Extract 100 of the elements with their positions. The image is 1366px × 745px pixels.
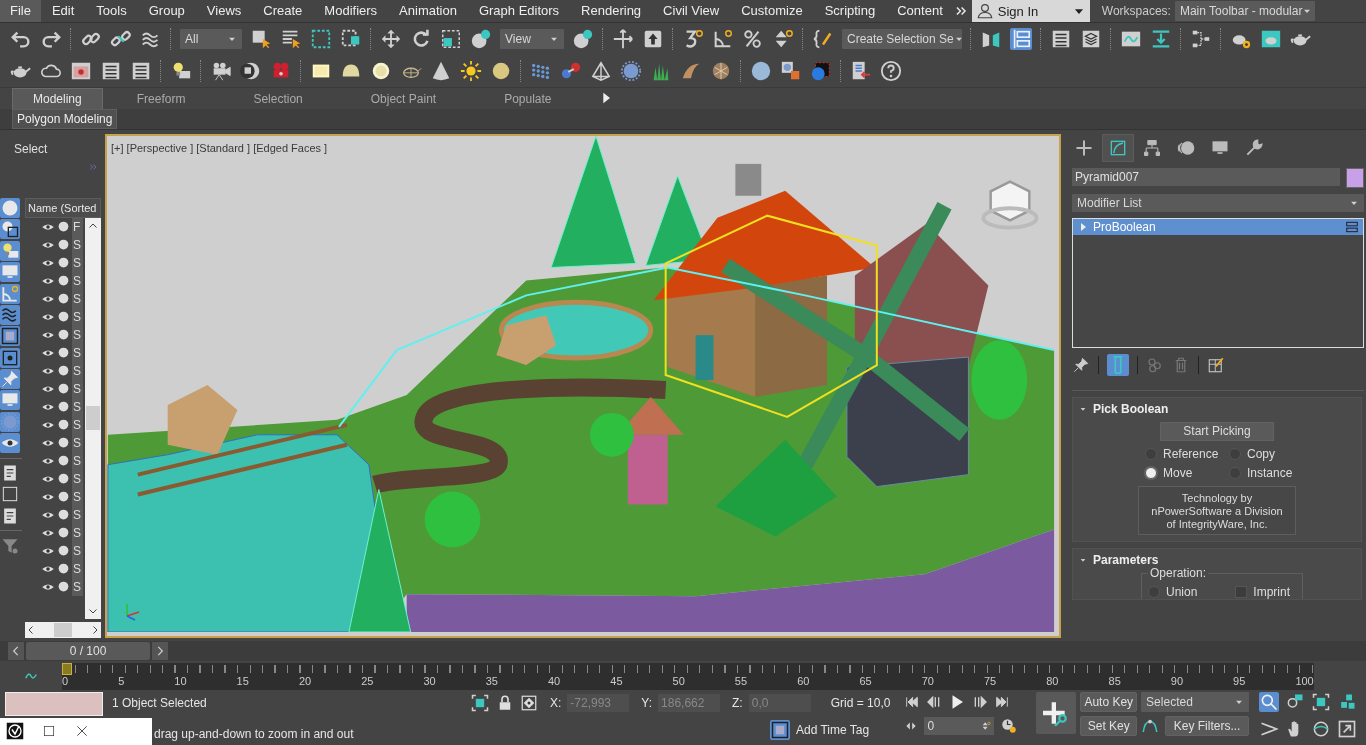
go-to-start-icon[interactable] [904, 694, 921, 710]
bulb-icon[interactable] [0, 240, 20, 261]
pyramid-frame-icon[interactable] [590, 60, 612, 83]
circle-icon[interactable] [57, 400, 70, 414]
object-name[interactable]: S [72, 433, 83, 452]
object-name[interactable]: S [72, 451, 83, 470]
gear-sphere-icon[interactable] [620, 60, 642, 83]
selection-filter-dropdown[interactable]: All [180, 29, 242, 50]
ribbon-tab[interactable]: Object Paint [336, 87, 471, 109]
object-name[interactable]: S [72, 361, 83, 380]
zoom-icon[interactable] [1259, 692, 1280, 712]
hierarchy-icon[interactable] [1142, 137, 1162, 158]
rollout-title[interactable]: Pick Boolean [1093, 401, 1169, 416]
workspace-dropdown[interactable]: Main Toolbar - modular [1174, 1, 1315, 21]
circle-icon[interactable] [57, 346, 70, 360]
minimized-window[interactable] [0, 718, 152, 745]
object-name[interactable]: S [72, 577, 83, 596]
circle-icon[interactable] [57, 490, 70, 504]
maximize-icon[interactable] [1337, 719, 1358, 740]
object-name[interactable]: S [72, 289, 83, 308]
object-name[interactable]: S [72, 505, 83, 524]
help-icon[interactable] [880, 60, 902, 83]
key-mode-dropdown[interactable]: Selected [1141, 692, 1250, 712]
script-listener-field[interactable] [5, 692, 103, 716]
object-name[interactable]: S [72, 343, 83, 362]
frame-marker[interactable] [62, 662, 72, 675]
menu-item[interactable]: Animation [388, 0, 468, 22]
object-name[interactable]: S [72, 487, 83, 506]
named-selection-dropdown[interactable]: Create Selection Se [842, 29, 962, 50]
sign-in-button[interactable]: Sign In [971, 0, 1090, 22]
object-name[interactable]: S [72, 325, 83, 344]
object-name[interactable]: S [72, 469, 83, 488]
menu-item[interactable]: Customize [730, 0, 814, 22]
rectangle-selection-icon[interactable] [310, 28, 332, 51]
auto-key-button[interactable]: Auto Key [1080, 692, 1138, 712]
object-name[interactable]: F [72, 217, 83, 236]
plus-key-icon[interactable] [1043, 700, 1070, 726]
spinner-icon[interactable] [981, 721, 992, 731]
logo-icon[interactable] [6, 722, 24, 741]
sun-icon[interactable] [460, 60, 482, 83]
key-tangent-icon[interactable] [1141, 717, 1160, 735]
sphere-icon[interactable] [0, 197, 20, 218]
reference-coordinate-dropdown[interactable]: View [500, 29, 564, 50]
circle-icon[interactable] [57, 526, 70, 540]
circle-icon[interactable] [57, 274, 70, 288]
sphere-icon[interactable] [750, 60, 772, 83]
menu-item[interactable]: Views [195, 0, 253, 22]
object-name[interactable]: S [72, 379, 83, 398]
zoom-extents-icon[interactable] [1311, 692, 1332, 712]
horizontal-scrollbar[interactable] [25, 621, 101, 638]
object-name-field[interactable]: Pyramid007 [1072, 167, 1340, 186]
configure-icon[interactable] [1207, 355, 1225, 374]
circle-icon[interactable] [57, 310, 70, 324]
radio-option[interactable]: Union [1148, 584, 1198, 599]
circle-icon[interactable] [57, 382, 70, 396]
circle-icon[interactable] [57, 292, 70, 306]
menu-item[interactable]: Civil View [652, 0, 731, 22]
ribbon-tab[interactable]: Selection [219, 87, 337, 109]
circle-icon[interactable] [57, 256, 70, 270]
menu-item[interactable]: Graph Editors [467, 0, 571, 22]
placement-icon[interactable] [470, 28, 492, 51]
select-object-icon[interactable] [250, 28, 272, 51]
scale-icon[interactable] [440, 28, 462, 51]
radio-option[interactable]: Reference [1145, 446, 1229, 461]
circle-icon[interactable] [57, 418, 70, 432]
absolute-mode-icon[interactable] [520, 694, 538, 712]
scrollbar-thumb[interactable] [54, 622, 72, 637]
restore-icon[interactable] [42, 724, 56, 739]
menu-item[interactable]: File [0, 0, 41, 22]
circle-icon[interactable] [57, 508, 70, 522]
circle-icon[interactable] [57, 562, 70, 576]
vertical-scrollbar[interactable] [85, 217, 101, 619]
cone-icon[interactable] [430, 60, 452, 83]
menu-item[interactable]: Tools [85, 0, 138, 22]
menu-item[interactable]: Group [137, 0, 196, 22]
axis-cross-icon[interactable] [612, 28, 634, 51]
circle-icon[interactable] [57, 454, 70, 468]
circle-icon[interactable] [57, 580, 70, 594]
rollout-title[interactable]: Parameters [1093, 552, 1159, 567]
checkbox-option[interactable]: Imprint [1235, 584, 1290, 599]
move-icon[interactable] [380, 28, 402, 51]
modify-tab[interactable] [1102, 133, 1134, 162]
current-frame-field[interactable]: 0 [924, 717, 995, 735]
stack-icon[interactable] [1345, 219, 1359, 234]
eye-icon[interactable] [0, 433, 20, 454]
viewport-label[interactable]: [+] [Perspective ] [Standard ] [Edged Faces ] [111, 141, 328, 154]
circle-icon[interactable] [57, 238, 70, 252]
object-color-swatch[interactable] [1346, 167, 1364, 188]
menu-item[interactable]: Content [886, 0, 954, 22]
menu-item[interactable]: Edit [40, 0, 86, 22]
scrollbar-thumb[interactable] [86, 406, 100, 431]
object-name[interactable]: S [72, 541, 83, 560]
select-by-name-icon[interactable] [280, 28, 302, 51]
pin-icon[interactable] [1072, 355, 1090, 374]
ribbon-tab[interactable]: Populate [470, 87, 586, 109]
set-key-button[interactable]: Set Key [1080, 716, 1138, 736]
add-time-tag-label[interactable]: Add Time Tag [796, 723, 870, 737]
go-to-end-icon[interactable] [994, 694, 1011, 710]
column-header[interactable]: Name (Sorted [25, 197, 101, 218]
track-bar[interactable]: 0 5 10 15 20 25 30 35 40 45 50 55 60 65 70 75 80 85 90 95 100 [62, 662, 1314, 690]
